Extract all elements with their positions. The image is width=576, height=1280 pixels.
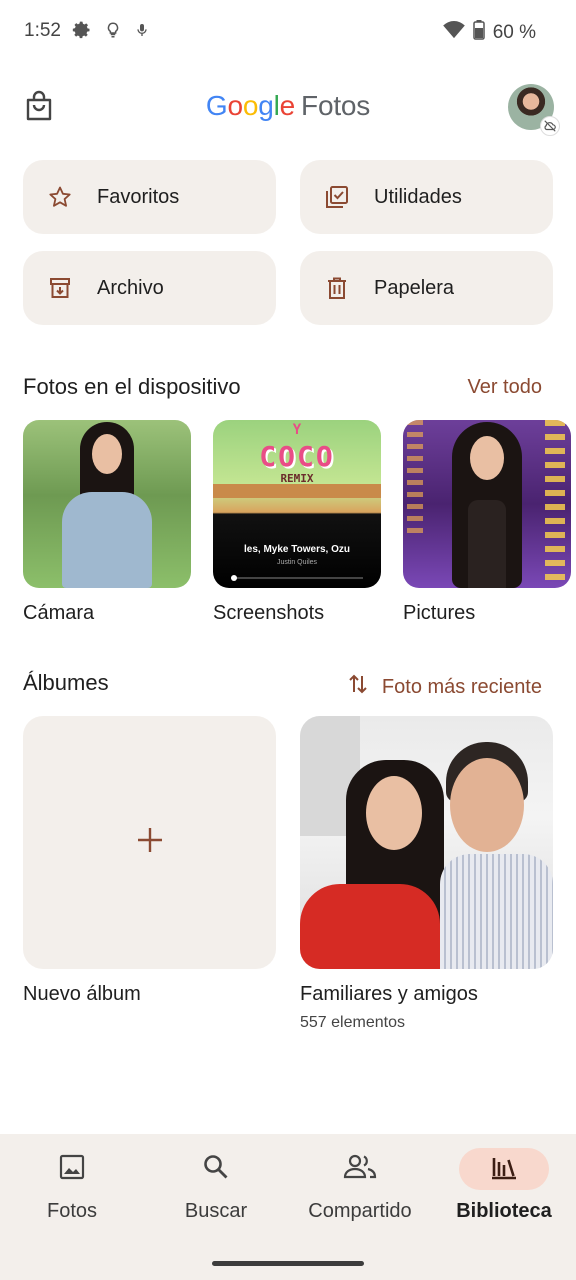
nav-label: Biblioteca [456, 1200, 552, 1222]
status-bar: 1:52 60 % [0, 0, 576, 64]
battery-icon [472, 20, 485, 46]
archive-label: Archivo [97, 276, 164, 299]
mic-icon [134, 20, 150, 45]
album-title: Familiares y amigos [300, 983, 478, 1005]
status-icons [72, 20, 150, 45]
sort-button[interactable]: Foto más reciente [348, 672, 542, 702]
backup-off-icon [540, 116, 560, 136]
wifi-icon [442, 21, 465, 45]
home-indicator[interactable] [212, 1261, 364, 1266]
nav-search[interactable]: Buscar [156, 1148, 276, 1223]
album-count: 557 elementos [300, 1014, 405, 1031]
quick-actions: Favoritos Utilidades Archivo Papelera [23, 160, 553, 325]
album-card-family[interactable]: Familiares y amigos 557 elementos [300, 716, 553, 1032]
lightbulb-icon [104, 20, 122, 45]
folder-thumbnail [23, 420, 191, 588]
folder-thumbnail: Y COCO REMIX les, Myke Towers, Ozu Justi… [213, 420, 381, 588]
device-folders: Cámara Y COCO REMIX les, Myke Towers, Oz… [23, 420, 576, 625]
new-album-tile [23, 716, 276, 969]
google-photos-logo: Google Fotos [205, 90, 371, 121]
archive-button[interactable]: Archivo [23, 251, 276, 325]
nav-pill [315, 1148, 405, 1190]
favorites-button[interactable]: Favoritos [23, 160, 276, 234]
trash-icon [324, 275, 350, 301]
folder-camera[interactable]: Cámara [23, 420, 191, 625]
trash-label: Papelera [374, 276, 455, 299]
nav-library[interactable]: Biblioteca [444, 1148, 564, 1223]
photo-icon [58, 1153, 86, 1186]
status-time: 1:52 [24, 20, 61, 41]
nav-shared[interactable]: Compartido [300, 1148, 420, 1223]
folder-pictures[interactable]: Pictures [403, 420, 571, 625]
search-icon [202, 1153, 230, 1186]
bottom-navigation: Fotos Buscar Compartido Biblioteca [0, 1134, 576, 1280]
nav-label: Compartido [308, 1200, 412, 1222]
nav-label: Fotos [46, 1200, 98, 1222]
plus-icon [136, 826, 164, 859]
battery-percent: 60 % [492, 22, 536, 43]
status-right: 60 % [442, 20, 536, 46]
nav-pill [171, 1148, 261, 1190]
album-title: Nuevo álbum [23, 983, 141, 1005]
trash-button[interactable]: Papelera [300, 251, 553, 325]
folder-label: Cámara [23, 602, 95, 624]
nav-pill [27, 1148, 117, 1190]
albums-section-title: Álbumes [23, 670, 109, 695]
utilities-icon [324, 184, 350, 210]
folder-screenshots[interactable]: Y COCO REMIX les, Myke Towers, Ozu Justi… [213, 420, 381, 625]
app-bar: Google Fotos [0, 72, 576, 144]
new-album-card[interactable]: Nuevo álbum [23, 716, 276, 1032]
album-cover [300, 716, 553, 969]
account-avatar[interactable] [508, 84, 560, 136]
utilities-button[interactable]: Utilidades [300, 160, 553, 234]
utilities-label: Utilidades [374, 185, 462, 208]
folder-label: Pictures [403, 602, 476, 624]
nav-photos[interactable]: Fotos [12, 1148, 132, 1223]
nav-pill-active [459, 1148, 549, 1190]
albums-grid: Nuevo álbum Familiares y amigos 557 elem… [23, 716, 553, 1032]
nav-label: Buscar [184, 1200, 248, 1222]
sort-icon [348, 672, 368, 702]
gear-icon [72, 20, 92, 45]
folder-thumbnail [403, 420, 571, 588]
people-icon [343, 1153, 377, 1186]
device-section-title: Fotos en el dispositivo [23, 374, 241, 399]
archive-icon [47, 275, 73, 301]
see-all-link[interactable]: Ver todo [467, 376, 542, 399]
star-icon [47, 184, 73, 210]
library-icon [490, 1154, 518, 1185]
favorites-label: Favoritos [97, 185, 180, 208]
sort-label: Foto más reciente [381, 675, 542, 698]
folder-label: Screenshots [213, 602, 325, 624]
